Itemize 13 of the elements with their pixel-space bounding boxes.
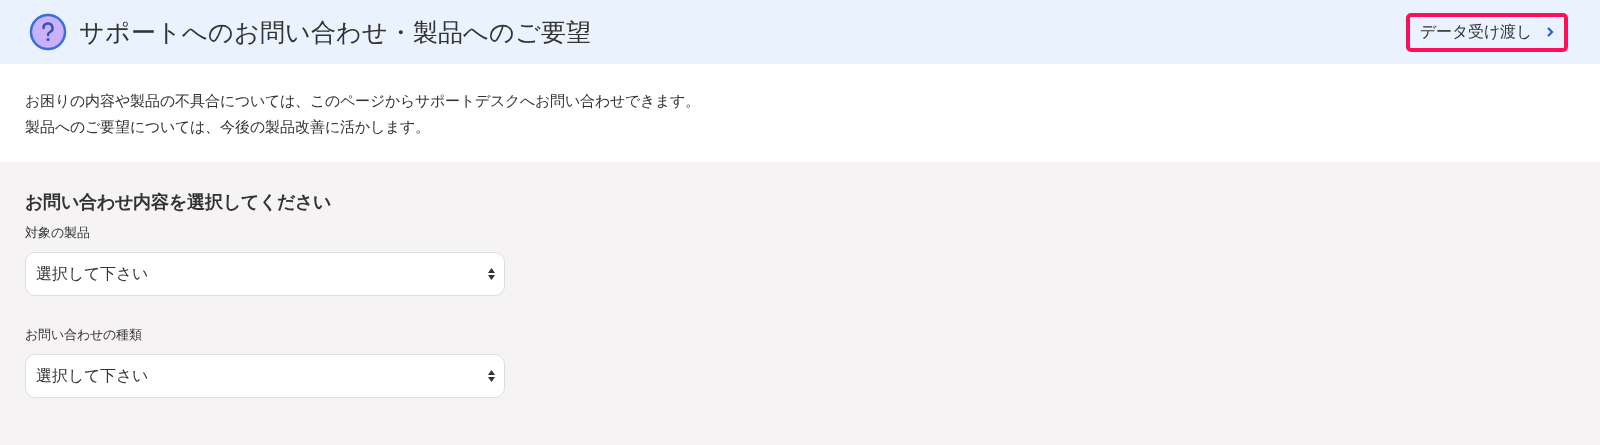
intro-text: お困りの内容や製品の不具合については、このページからサポートデスクへお問い合わせできます。 — [25, 91, 701, 112]
sort-arrows-icon — [488, 268, 495, 280]
help-icon — [29, 13, 67, 51]
intro-text: 製品へのご要望については、今後の製品改善に活かします。 — [25, 117, 431, 138]
data-transfer-button[interactable]: データ受け渡し — [1406, 12, 1568, 52]
field-label: お問い合わせの種類 — [25, 326, 143, 344]
field-label: 対象の製品 — [25, 224, 91, 242]
chevron-icon — [1546, 26, 1554, 38]
form-heading: お問い合わせ内容を選択してください — [25, 190, 332, 214]
sort-arrows-icon — [488, 370, 495, 382]
page-title: サポートへのお問い合わせ・製品へのご要望 — [79, 16, 592, 49]
select-dropdown[interactable]: 選択して下さい — [25, 354, 505, 398]
select-dropdown[interactable]: 選択して下さい — [25, 252, 505, 296]
